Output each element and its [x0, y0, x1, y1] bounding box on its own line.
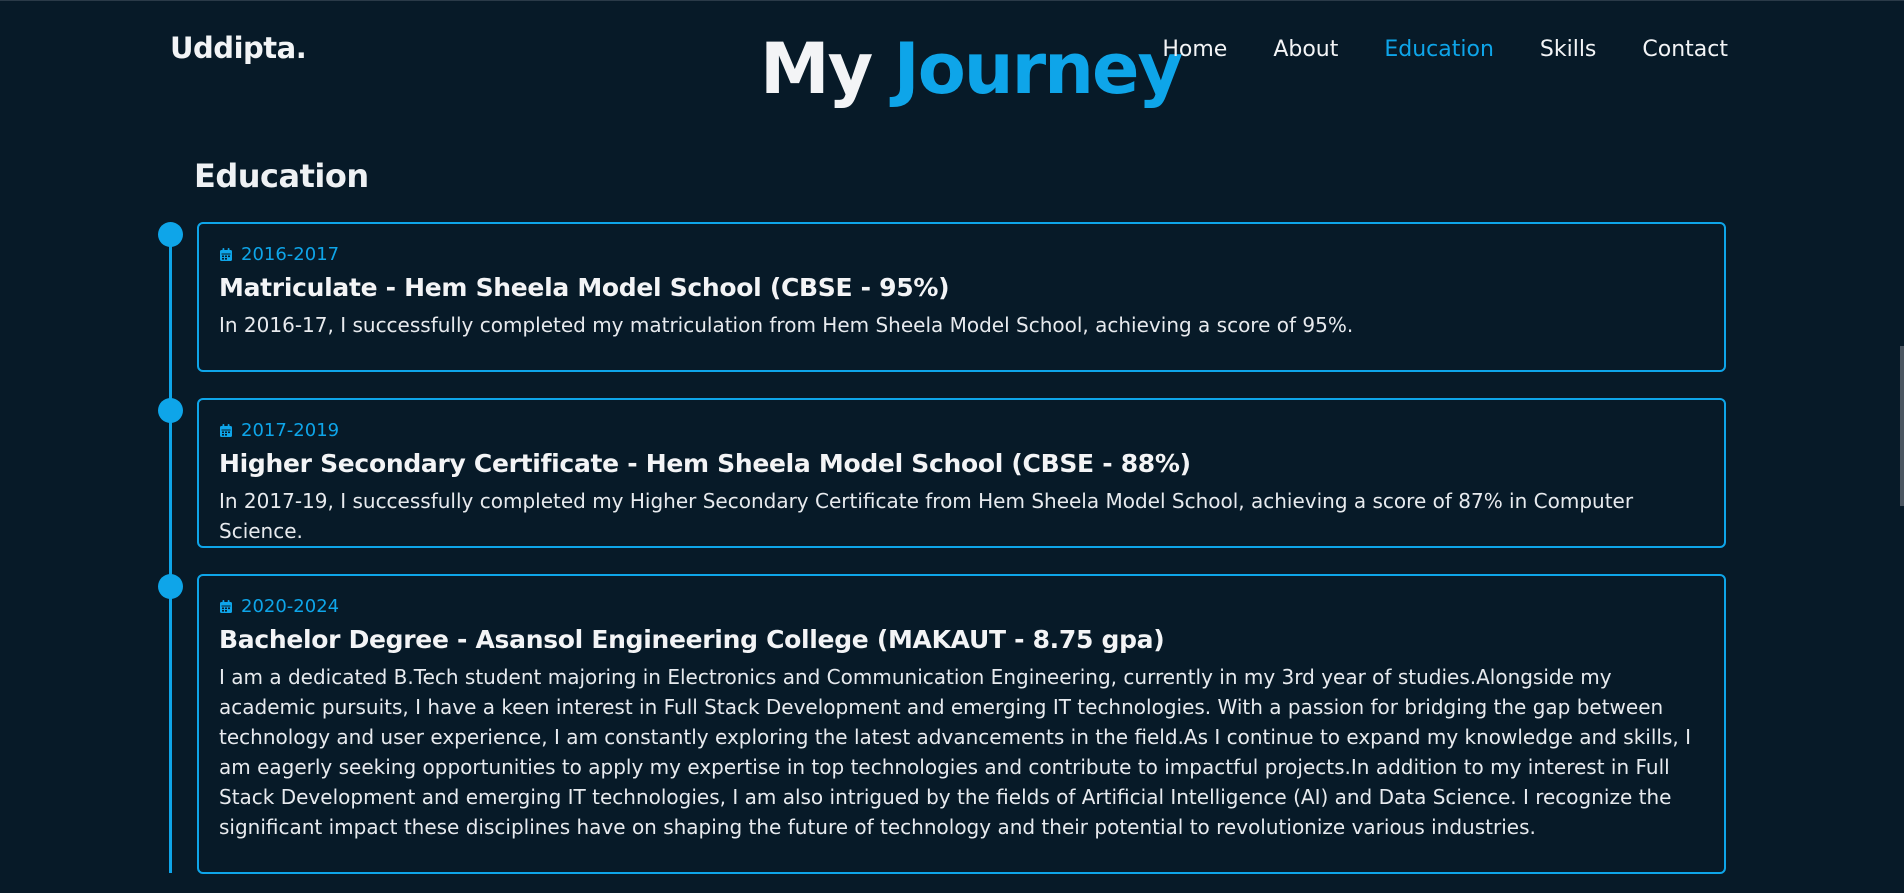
main-nav: Home About Education Skills Contact	[1162, 37, 1728, 62]
education-date: 2017-2019	[219, 420, 1704, 441]
education-card: 2017-2019 Higher Secondary Certificate -…	[197, 398, 1726, 548]
page: Uddipta. My Journey Home About Education…	[0, 0, 1904, 893]
calendar-icon	[220, 599, 232, 613]
timeline-dot	[158, 574, 183, 599]
nav-contact[interactable]: Contact	[1642, 37, 1728, 62]
timeline-dot	[158, 398, 183, 423]
site-logo[interactable]: Uddipta.	[170, 31, 307, 65]
nav-skills[interactable]: Skills	[1540, 37, 1597, 62]
education-date-text: 2020-2024	[241, 596, 340, 617]
education-title: Higher Secondary Certificate - Hem Sheel…	[219, 449, 1191, 478]
education-date: 2016-2017	[219, 244, 1704, 265]
page-title-word-1: My	[760, 28, 873, 110]
education-card: 2020-2024 Bachelor Degree - Asansol Engi…	[197, 574, 1726, 874]
education-description: In 2016-17, I successfully completed my …	[219, 313, 1354, 337]
page-title: My Journey	[760, 27, 1183, 111]
section-title: Education	[194, 157, 369, 195]
education-description: I am a dedicated B.Tech student majoring…	[219, 665, 1691, 839]
nav-education[interactable]: Education	[1384, 37, 1494, 62]
education-date: 2020-2024	[219, 596, 1704, 617]
education-date-text: 2017-2019	[241, 420, 340, 441]
scrollbar[interactable]	[1900, 346, 1904, 506]
page-title-word-2: Journey	[893, 28, 1183, 110]
nav-home[interactable]: Home	[1162, 37, 1227, 62]
education-date-text: 2016-2017	[241, 244, 340, 265]
education-description: In 2017-19, I successfully completed my …	[219, 489, 1634, 543]
calendar-icon	[220, 247, 232, 261]
timeline-line	[169, 233, 172, 873]
timeline-dot	[158, 222, 183, 247]
nav-about[interactable]: About	[1273, 37, 1338, 62]
calendar-icon	[220, 423, 232, 437]
education-card: 2016-2017 Matriculate - Hem Sheela Model…	[197, 222, 1726, 372]
education-title: Matriculate - Hem Sheela Model School (C…	[219, 273, 950, 302]
education-title: Bachelor Degree - Asansol Engineering Co…	[219, 625, 1165, 654]
